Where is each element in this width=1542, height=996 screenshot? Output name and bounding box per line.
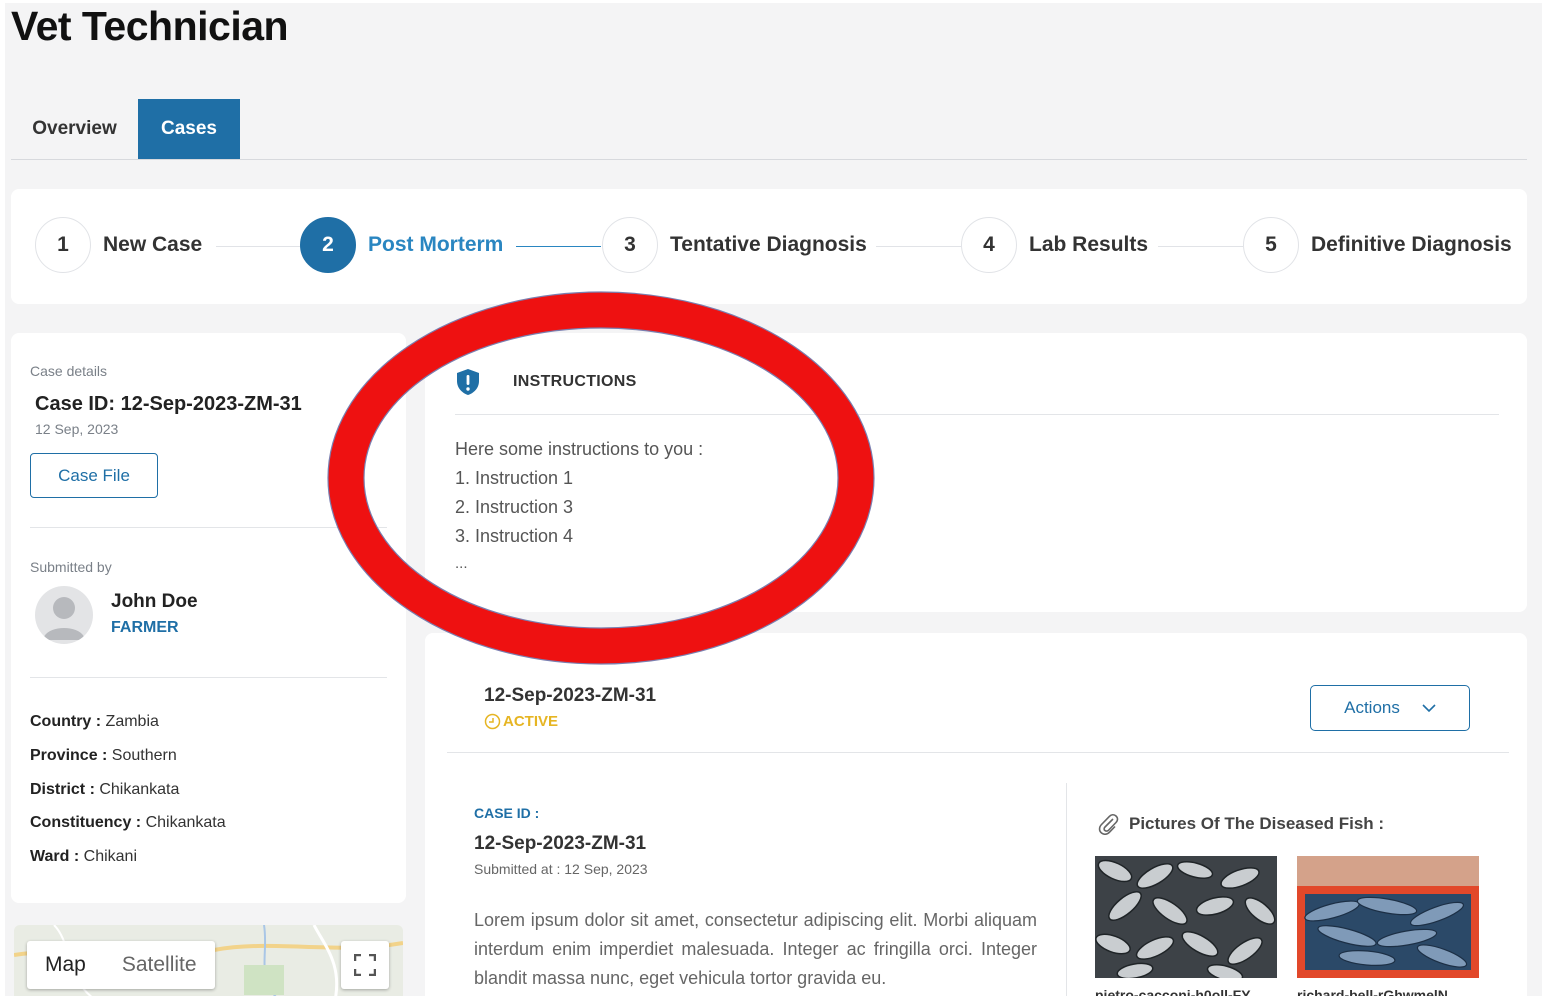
fish-picture-1-caption: pietro-cacconi-h0oll-FY... [1095, 987, 1261, 996]
submitted-at: Submitted at : 12 Sep, 2023 [474, 861, 648, 877]
location-value: Chikankata [94, 781, 180, 798]
pictures-heading-text: Pictures Of The Diseased Fish : [1129, 814, 1385, 833]
status-text: ACTIVE [503, 713, 559, 730]
fish-pile-image [1095, 856, 1277, 978]
status-clock-icon [484, 713, 501, 730]
case-id: Case ID: 12-Sep-2023-ZM-31 [35, 393, 302, 415]
step-label: Definitive Diagnosis [1311, 233, 1512, 256]
case-description: Lorem ipsum dolor sit amet, consectetur … [474, 910, 1037, 988]
step-number: 2 [300, 217, 356, 273]
fish-picture-1[interactable] [1095, 856, 1277, 978]
map-tab-map[interactable]: Map [27, 941, 104, 989]
fish-picture-2[interactable] [1297, 856, 1479, 978]
user-role: FARMER [111, 619, 179, 636]
step-connector [216, 246, 301, 247]
location-value: Zambia [101, 713, 159, 730]
step-label: Tentative Diagnosis [670, 233, 867, 256]
instruction-intro: Here some instructions to you : [455, 439, 704, 459]
case-details-card: Case details Case ID: 12-Sep-2023-ZM-31 … [11, 333, 406, 903]
map-tab-satellite[interactable]: Satellite [104, 941, 215, 989]
location-key: Ward : [30, 848, 80, 865]
instructions-card: INSTRUCTIONS Here some instructions to y… [425, 333, 1527, 612]
fish-crate-image [1297, 856, 1479, 978]
page: Vet Technician Overview Cases 1 New Case… [5, 3, 1542, 996]
tab-bar: Overview Cases [11, 99, 1527, 160]
tab-cases[interactable]: Cases [138, 99, 240, 159]
case-stepper: 1 New Case 2 Post Morterm 3 Tentative Di… [11, 189, 1527, 304]
case-panel-card: 12-Sep-2023-ZM-31 ACTIVE Actions CASE ID… [425, 633, 1527, 996]
fullscreen-icon [354, 954, 376, 976]
location-district: District : Chikankata [30, 781, 179, 799]
step-label: Lab Results [1029, 233, 1149, 256]
instruction-item: 2. Instruction 3 [455, 497, 574, 517]
location-value: Chikankata [141, 814, 226, 831]
page-title: Vet Technician [11, 3, 289, 49]
step-number: 5 [1243, 217, 1299, 273]
step-number: 3 [602, 217, 658, 273]
pictures-heading: Pictures Of The Diseased Fish : [1097, 813, 1384, 835]
step-connector [876, 246, 961, 247]
location-ward: Ward : Chikani [30, 848, 137, 866]
divider [447, 752, 1509, 753]
actions-label: Actions [1344, 698, 1400, 717]
case-details-label: Case details [30, 363, 108, 379]
step-post-morterm[interactable]: 2 Post Morterm [300, 216, 503, 274]
step-number: 1 [35, 217, 91, 273]
case-id-label: CASE ID : [474, 805, 540, 821]
step-lab-results[interactable]: 4 Lab Results [961, 216, 1148, 274]
location-map[interactable]: Map Satellite [14, 925, 403, 996]
step-number: 4 [961, 217, 1017, 273]
shield-icon [457, 369, 479, 395]
instructions-heading: INSTRUCTIONS [513, 373, 637, 390]
step-tentative-diagnosis[interactable]: 3 Tentative Diagnosis [602, 216, 867, 274]
user-name: John Doe [111, 591, 198, 612]
fullscreen-button[interactable] [341, 941, 389, 989]
divider [455, 414, 1499, 415]
actions-dropdown-button[interactable]: Actions [1310, 685, 1470, 731]
location-constituency: Constituency : Chikankata [30, 814, 226, 832]
case-id-value: 12-Sep-2023-ZM-31 [474, 833, 647, 854]
location-key: District : [30, 781, 95, 798]
submitted-by-label: Submitted by [30, 559, 112, 575]
instruction-item: 1. Instruction 1 [455, 468, 574, 488]
step-connector [1158, 246, 1243, 247]
step-label: Post Morterm [368, 233, 504, 256]
divider [30, 527, 387, 528]
vertical-divider [1066, 783, 1067, 996]
location-key: Constituency : [30, 814, 142, 831]
paperclip-icon [1098, 813, 1119, 835]
tab-overview[interactable]: Overview [11, 99, 138, 159]
status-badge: ACTIVE [484, 713, 558, 730]
location-key: Province : [30, 747, 108, 764]
chevron-down-icon [1422, 703, 1436, 712]
map-type-control: Map Satellite [27, 941, 215, 989]
location-value: Southern [107, 747, 177, 764]
case-file-button[interactable]: Case File [30, 453, 158, 498]
instruction-item: 3. Instruction 4 [455, 526, 574, 546]
divider [30, 677, 387, 678]
avatar [35, 586, 93, 644]
step-new-case[interactable]: 1 New Case [35, 216, 202, 274]
location-key: Country : [30, 713, 102, 730]
step-connector [516, 246, 601, 247]
case-panel-id: 12-Sep-2023-ZM-31 [484, 685, 657, 706]
fish-picture-2-caption: richard-bell-rGhwmelN... [1297, 987, 1460, 996]
user-avatar-icon [43, 597, 85, 640]
location-value: Chikani [79, 848, 137, 865]
step-definitive-diagnosis[interactable]: 5 Definitive Diagnosis [1243, 216, 1512, 274]
step-label: New Case [103, 233, 203, 256]
location-province: Province : Southern [30, 747, 177, 765]
instruction-ellipsis: ... [455, 555, 468, 572]
case-date: 12 Sep, 2023 [35, 421, 119, 437]
location-country: Country : Zambia [30, 713, 159, 731]
